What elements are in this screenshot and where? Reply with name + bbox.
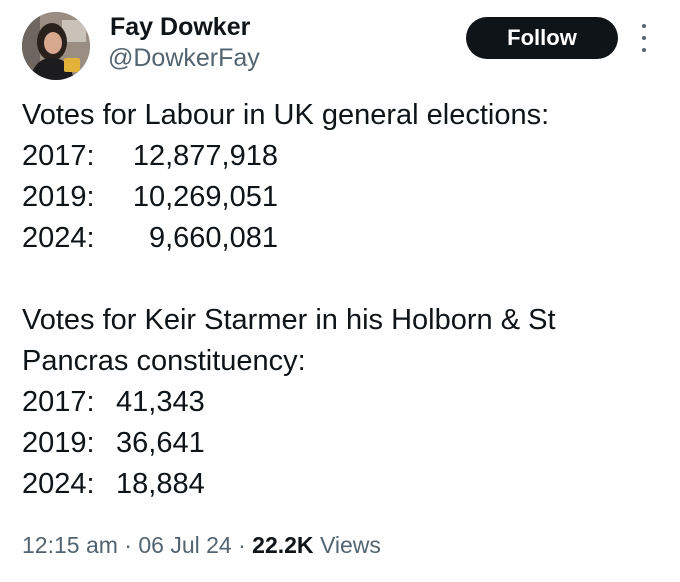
meta-separator: ·: [238, 532, 246, 558]
vote-year: 2024:: [22, 222, 95, 254]
vote-count: 36,641: [116, 427, 205, 459]
more-dot: [642, 48, 646, 52]
vote-year: 2019:: [22, 427, 95, 459]
starmer-vote-row: 2024: 18,884: [22, 464, 662, 505]
author-display-name[interactable]: Fay Dowker: [110, 13, 250, 42]
more-dots-icon[interactable]: [636, 24, 652, 52]
follow-button[interactable]: Follow: [466, 17, 618, 59]
labour-vote-row: 2024: 9,660,081: [22, 218, 662, 259]
views-count[interactable]: 22.2K: [252, 532, 313, 558]
tweet-card: Fay Dowker @DowkerFay Follow Votes for L…: [0, 0, 680, 582]
vote-count: 18,884: [116, 468, 205, 500]
tweet-text: Votes for Labour in UK general elections…: [22, 95, 662, 505]
starmer-intro-line-2: Pancras constituency:: [22, 345, 306, 377]
tweet-time[interactable]: 12:15 am: [22, 532, 118, 558]
starmer-vote-row: 2017: 41,343: [22, 382, 662, 423]
vote-year: 2024:: [22, 468, 95, 500]
labour-intro: Votes for Labour in UK general elections…: [22, 99, 550, 131]
vote-count: 12,877,918: [132, 140, 278, 172]
starmer-intro-line-1: Votes for Keir Starmer in his Holborn & …: [22, 304, 556, 336]
more-dot: [642, 36, 646, 40]
vote-year: 2017:: [22, 386, 95, 418]
author-handle[interactable]: @DowkerFay: [108, 44, 260, 73]
more-dot: [642, 24, 646, 28]
starmer-vote-row: 2019: 36,641: [22, 423, 662, 464]
tweet-date[interactable]: 06 Jul 24: [138, 532, 231, 558]
vote-count: 41,343: [116, 386, 205, 418]
vote-year: 2017:: [22, 140, 95, 172]
views-label: Views: [319, 532, 381, 558]
meta-separator: ·: [124, 532, 132, 558]
vote-count: 9,660,081: [148, 222, 278, 254]
labour-vote-row: 2017: 12,877,918: [22, 136, 662, 177]
vote-year: 2019:: [22, 181, 95, 213]
labour-vote-row: 2019: 10,269,051: [22, 177, 662, 218]
avatar[interactable]: [22, 12, 90, 80]
tweet-meta: 12:15 am · 06 Jul 24 · 22.2K Views: [22, 532, 381, 559]
avatar-image: [22, 12, 90, 80]
vote-count: 10,269,051: [132, 181, 278, 213]
